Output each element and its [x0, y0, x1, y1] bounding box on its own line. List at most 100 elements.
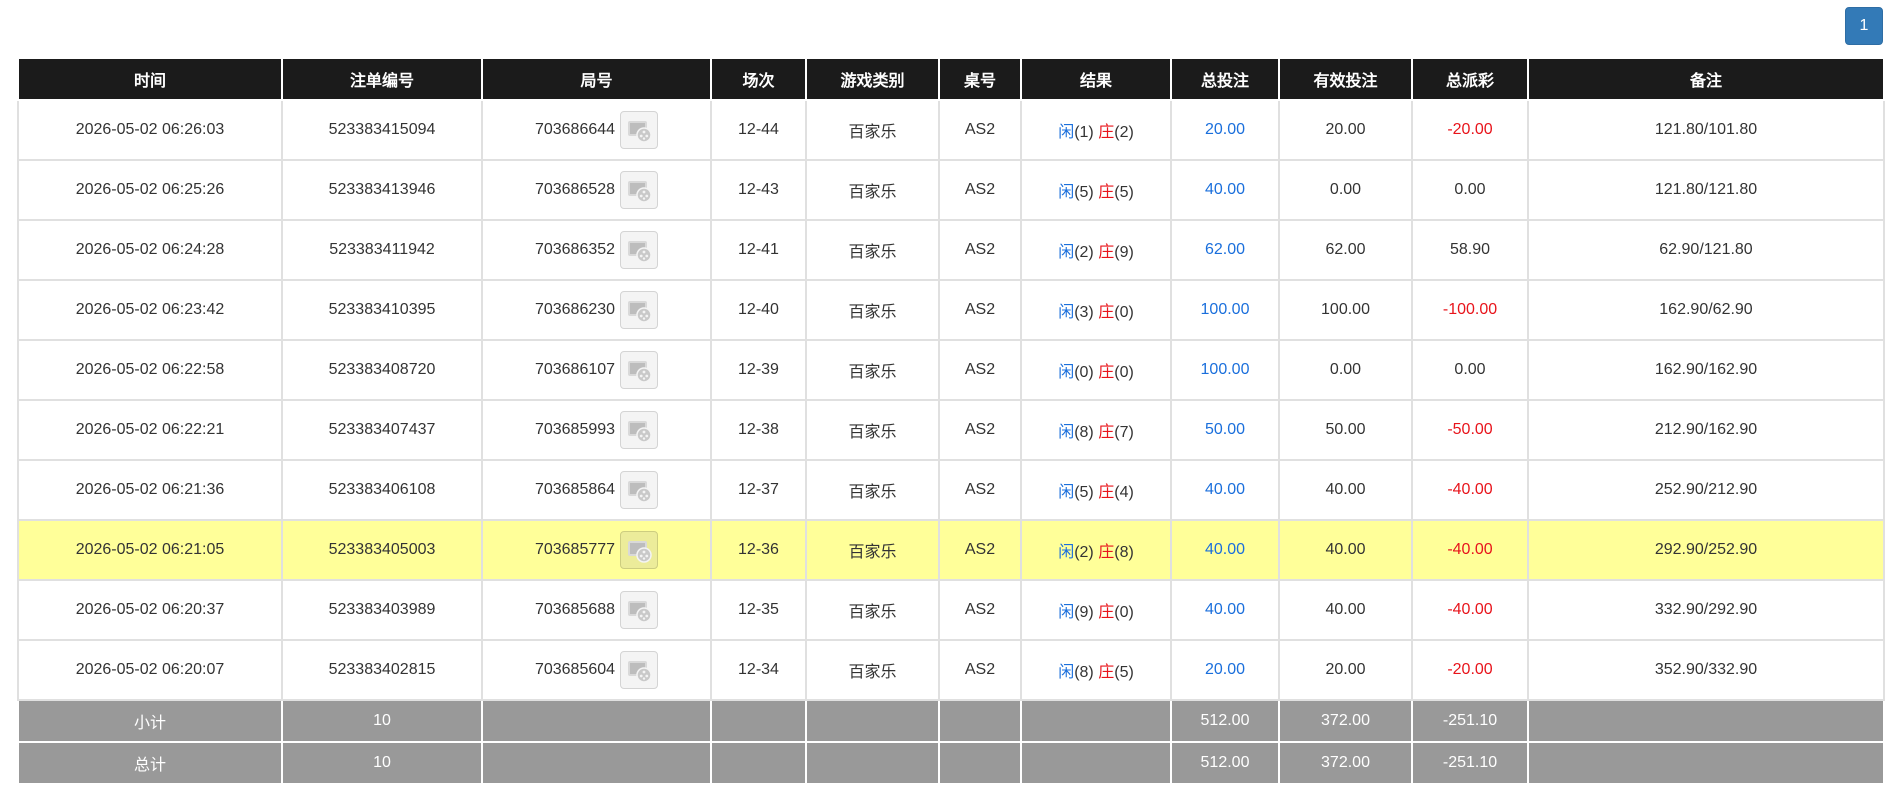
replay-film-reel-icon[interactable] [620, 351, 659, 389]
table-row: 2026-05-02 06:22:58 523383408720 7036861… [17, 339, 1885, 401]
cell-valid-bet: 100.00 [1278, 279, 1413, 341]
replay-film-reel-icon[interactable] [620, 231, 659, 269]
player-score: (8) [1074, 424, 1094, 441]
replay-film-reel-icon[interactable] [620, 411, 659, 449]
round-id-text: 703685993 [534, 421, 616, 439]
player-label: 闲 [1058, 604, 1075, 621]
round-id-text: 703686352 [534, 241, 616, 259]
cell-payout: -20.00 [1411, 99, 1529, 161]
table-row: 2026-05-02 06:22:21 523383407437 7036859… [17, 399, 1885, 461]
cell-result: 闲(8) 庄(7) [1020, 399, 1172, 461]
player-label: 闲 [1058, 124, 1075, 141]
subtotal-count: 10 [281, 699, 483, 743]
cell-round-id: 703686352 [481, 219, 712, 281]
player-label: 闲 [1058, 184, 1075, 201]
cell-round-id: 703686230 [481, 279, 712, 341]
header-total-bet: 总投注 [1170, 57, 1280, 101]
cell-bet-id: 523383410395 [281, 279, 483, 341]
round-id-text: 703686230 [534, 301, 616, 319]
cell-bet-id: 523383407437 [281, 399, 483, 461]
cell-total-bet: 62.00 [1170, 219, 1280, 281]
header-game-type: 游戏类别 [805, 57, 940, 101]
header-valid-bet: 有效投注 [1278, 57, 1413, 101]
cell-game-type: 百家乐 [805, 519, 940, 581]
cell-payout: -40.00 [1411, 459, 1529, 521]
banker-label: 庄 [1098, 364, 1115, 381]
table-row: 2026-05-02 06:23:42 523383410395 7036862… [17, 279, 1885, 341]
table-row: 2026-05-02 06:20:07 523383402815 7036856… [17, 639, 1885, 701]
cell-table-no: AS2 [938, 519, 1022, 581]
cell-table-no: AS2 [938, 99, 1022, 161]
cell-table-no: AS2 [938, 219, 1022, 281]
player-score: (2) [1074, 544, 1094, 561]
banker-label: 庄 [1098, 604, 1115, 621]
page-1-button[interactable]: 1 [1845, 7, 1883, 45]
player-label: 闲 [1058, 244, 1075, 261]
cell-payout: 0.00 [1411, 159, 1529, 221]
cell-remark: 162.90/162.90 [1527, 339, 1885, 401]
cell-game-type: 百家乐 [805, 639, 940, 701]
cell-total-bet: 40.00 [1170, 579, 1280, 641]
cell-game-type: 百家乐 [805, 159, 940, 221]
replay-film-reel-icon[interactable] [620, 531, 659, 569]
replay-film-reel-icon[interactable] [620, 171, 659, 209]
table-row: 2026-05-02 06:21:05 523383405003 7036857… [17, 519, 1885, 581]
cell-total-bet: 20.00 [1170, 639, 1280, 701]
header-bet-id: 注单编号 [281, 57, 483, 101]
cell-total-bet: 40.00 [1170, 519, 1280, 581]
round-id-text: 703685864 [534, 481, 616, 499]
round-id-text: 703686528 [534, 181, 616, 199]
cell-valid-bet: 0.00 [1278, 159, 1413, 221]
cell-payout: -40.00 [1411, 579, 1529, 641]
cell-bet-id: 523383411942 [281, 219, 483, 281]
subtotal-valid-bet: 372.00 [1278, 699, 1413, 743]
replay-film-reel-icon[interactable] [620, 591, 659, 629]
cell-result: 闲(2) 庄(9) [1020, 219, 1172, 281]
replay-film-reel-icon[interactable] [620, 111, 659, 149]
banker-score: (8) [1114, 544, 1134, 561]
cell-game-type: 百家乐 [805, 339, 940, 401]
cell-total-bet: 40.00 [1170, 459, 1280, 521]
player-score: (8) [1074, 664, 1094, 681]
cell-total-bet: 100.00 [1170, 279, 1280, 341]
round-id-text: 703686644 [534, 121, 616, 139]
replay-film-reel-icon[interactable] [620, 651, 659, 689]
cell-payout: -20.00 [1411, 639, 1529, 701]
cell-valid-bet: 62.00 [1278, 219, 1413, 281]
player-label: 闲 [1058, 304, 1075, 321]
header-result: 结果 [1020, 57, 1172, 101]
cell-round-id: 703686644 [481, 99, 712, 161]
cell-total-bet: 100.00 [1170, 339, 1280, 401]
replay-film-reel-icon[interactable] [620, 471, 659, 509]
cell-table-no: AS2 [938, 639, 1022, 701]
cell-payout: -40.00 [1411, 519, 1529, 581]
total-valid-bet: 372.00 [1278, 741, 1413, 785]
table-row: 2026-05-02 06:20:37 523383403989 7036856… [17, 579, 1885, 641]
cell-bet-id: 523383408720 [281, 339, 483, 401]
player-score: (2) [1074, 244, 1094, 261]
banker-label: 庄 [1098, 424, 1115, 441]
player-label: 闲 [1058, 364, 1075, 381]
table-row: 2026-05-02 06:24:28 523383411942 7036863… [17, 219, 1885, 281]
banker-score: (9) [1114, 244, 1134, 261]
cell-bet-id: 523383415094 [281, 99, 483, 161]
cell-time: 2026-05-02 06:23:42 [17, 279, 283, 341]
total-total-bet: 512.00 [1170, 741, 1280, 785]
total-row: 总计 10 512.00 372.00 -251.10 [17, 741, 1885, 785]
cell-valid-bet: 40.00 [1278, 519, 1413, 581]
cell-valid-bet: 50.00 [1278, 399, 1413, 461]
cell-shoe: 12-38 [710, 399, 807, 461]
cell-time: 2026-05-02 06:24:28 [17, 219, 283, 281]
total-count: 10 [281, 741, 483, 785]
cell-result: 闲(8) 庄(5) [1020, 639, 1172, 701]
cell-shoe: 12-43 [710, 159, 807, 221]
cell-remark: 352.90/332.90 [1527, 639, 1885, 701]
cell-round-id: 703685777 [481, 519, 712, 581]
cell-remark: 212.90/162.90 [1527, 399, 1885, 461]
cell-bet-id: 523383402815 [281, 639, 483, 701]
cell-valid-bet: 40.00 [1278, 579, 1413, 641]
replay-film-reel-icon[interactable] [620, 291, 659, 329]
cell-total-bet: 50.00 [1170, 399, 1280, 461]
bet-records-table: 时间 注单编号 局号 场次 游戏类别 桌号 结果 总投注 有效投注 总派彩 备注… [17, 57, 1885, 785]
cell-table-no: AS2 [938, 279, 1022, 341]
